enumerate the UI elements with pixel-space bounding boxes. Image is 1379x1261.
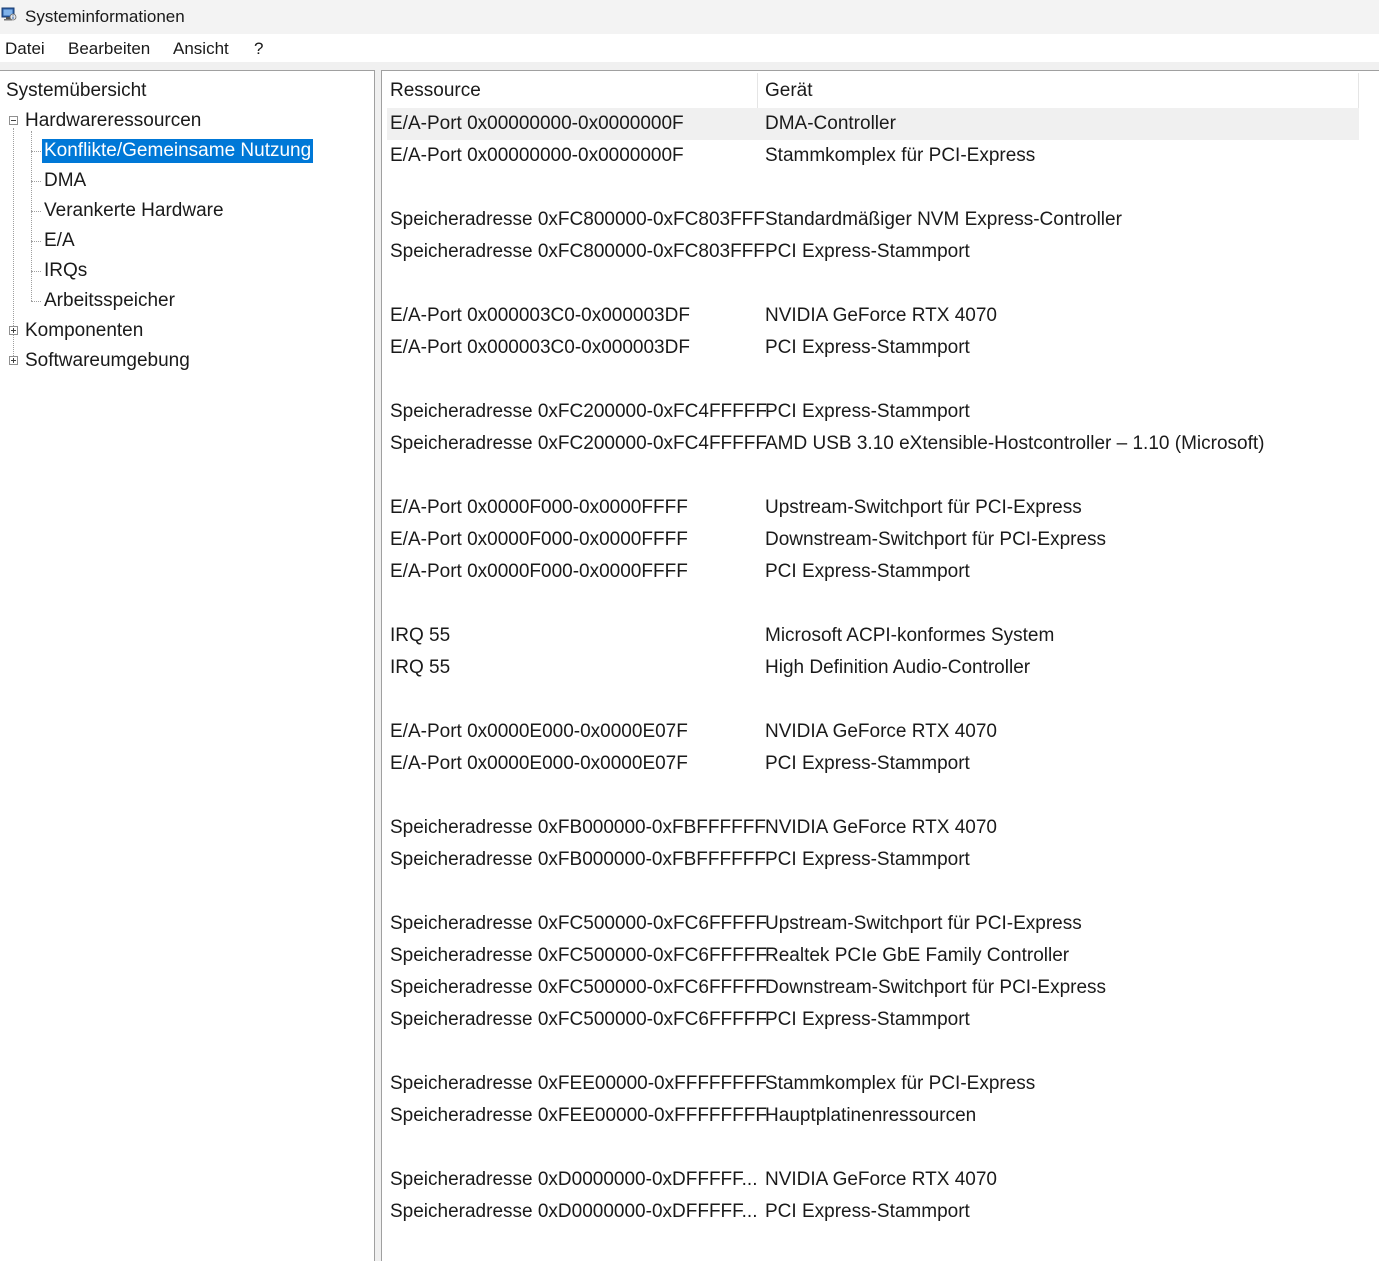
tree-item-io[interactable]: E/A bbox=[44, 229, 75, 253]
cell-device[interactable]: Downstream-Switchport für PCI-Express bbox=[765, 976, 1106, 1000]
cell-device[interactable]: Stammkomplex für PCI-Express bbox=[765, 144, 1035, 168]
cell-device[interactable]: PCI Express-Stammport bbox=[765, 1008, 970, 1032]
cell-resource[interactable]: E/A-Port 0x000003C0-0x000003DF bbox=[390, 304, 690, 328]
cell-resource[interactable]: Speicheradresse 0xFC500000-0xFC6FFFFF bbox=[390, 944, 767, 968]
menu-edit[interactable]: Bearbeiten bbox=[68, 39, 150, 59]
cell-device[interactable]: NVIDIA GeForce RTX 4070 bbox=[765, 304, 997, 328]
tree-item-forced-hardware[interactable]: Verankerte Hardware bbox=[44, 199, 224, 223]
tree-item-memory[interactable]: Arbeitsspeicher bbox=[44, 289, 175, 313]
cell-resource[interactable]: E/A-Port 0x0000E000-0x0000E07F bbox=[390, 752, 688, 776]
cell-device[interactable]: NVIDIA GeForce RTX 4070 bbox=[765, 720, 997, 744]
column-header-device[interactable]: Gerät bbox=[765, 79, 813, 103]
cell-resource[interactable]: Speicheradresse 0xFC800000-0xFC803FFF bbox=[390, 240, 765, 264]
details-list: Ressource Gerät E/A-Port 0x00000000-0x00… bbox=[381, 70, 1379, 1261]
tree-item-system-summary[interactable]: Systemübersicht bbox=[6, 79, 146, 103]
cell-resource[interactable]: Speicheradresse 0xFC800000-0xFC803FFF bbox=[390, 208, 765, 232]
cell-resource[interactable]: E/A-Port 0x0000F000-0x0000FFFF bbox=[390, 496, 688, 520]
cell-resource[interactable]: E/A-Port 0x000003C0-0x000003DF bbox=[390, 336, 690, 360]
cell-device[interactable]: PCI Express-Stammport bbox=[765, 1200, 970, 1224]
cell-device[interactable]: NVIDIA GeForce RTX 4070 bbox=[765, 1168, 997, 1192]
cell-device[interactable]: Hauptplatinenressourcen bbox=[765, 1104, 976, 1128]
tree-line bbox=[31, 151, 41, 152]
menu-view[interactable]: Ansicht bbox=[173, 39, 229, 59]
system-information-icon bbox=[1, 7, 17, 21]
cell-device[interactable]: AMD USB 3.10 eXtensible-Hostcontroller –… bbox=[765, 432, 1264, 456]
cell-resource[interactable]: E/A-Port 0x00000000-0x0000000F bbox=[390, 144, 684, 168]
tree-item-hardware-resources[interactable]: Hardwareressourcen bbox=[25, 109, 201, 133]
cell-resource[interactable]: Speicheradresse 0xFB000000-0xFBFFFFFF bbox=[390, 816, 766, 840]
cell-resource[interactable]: Speicheradresse 0xFB000000-0xFBFFFFFF bbox=[390, 848, 766, 872]
tree-line bbox=[31, 241, 41, 242]
tree-item-dma[interactable]: DMA bbox=[44, 169, 86, 193]
window-title: Systeminformationen bbox=[25, 7, 185, 26]
cell-device[interactable]: Microsoft ACPI-konformes System bbox=[765, 624, 1054, 648]
cell-resource[interactable]: E/A-Port 0x0000E000-0x0000E07F bbox=[390, 720, 688, 744]
cell-device[interactable]: PCI Express-Stammport bbox=[765, 752, 970, 776]
cell-resource[interactable]: Speicheradresse 0xD0000000-0xDFFFFF... bbox=[390, 1168, 758, 1192]
cell-resource[interactable]: E/A-Port 0x00000000-0x0000000F bbox=[390, 112, 684, 136]
column-header-resource[interactable]: Ressource bbox=[390, 79, 481, 103]
menu-bar: Datei Bearbeiten Ansicht ? bbox=[0, 34, 1379, 62]
tree-line bbox=[31, 131, 32, 301]
title-bar: Systeminformationen bbox=[0, 0, 1379, 34]
tree-line bbox=[13, 128, 14, 358]
cell-device[interactable]: Upstream-Switchport für PCI-Express bbox=[765, 912, 1082, 936]
cell-device[interactable]: PCI Express-Stammport bbox=[765, 848, 970, 872]
cell-device[interactable]: Realtek PCIe GbE Family Controller bbox=[765, 944, 1069, 968]
cell-resource[interactable]: Speicheradresse 0xFEE00000-0xFFFFFFFF bbox=[390, 1072, 767, 1096]
tree-line bbox=[31, 301, 41, 302]
cell-device[interactable]: Upstream-Switchport für PCI-Express bbox=[765, 496, 1082, 520]
expand-icon[interactable] bbox=[9, 356, 18, 365]
collapse-icon[interactable] bbox=[9, 116, 18, 125]
cell-resource[interactable]: Speicheradresse 0xFC500000-0xFC6FFFFF bbox=[390, 976, 767, 1000]
cell-device[interactable]: PCI Express-Stammport bbox=[765, 400, 970, 424]
cell-resource[interactable]: Speicheradresse 0xFEE00000-0xFFFFFFFF bbox=[390, 1104, 767, 1128]
cell-device[interactable]: Standardmäßiger NVM Express-Controller bbox=[765, 208, 1122, 232]
cell-resource[interactable]: Speicheradresse 0xFC500000-0xFC6FFFFF bbox=[390, 912, 767, 936]
cell-device[interactable]: DMA-Controller bbox=[765, 112, 896, 136]
cell-device[interactable]: PCI Express-Stammport bbox=[765, 336, 970, 360]
cell-device[interactable]: Stammkomplex für PCI-Express bbox=[765, 1072, 1035, 1096]
cell-resource[interactable]: IRQ 55 bbox=[390, 656, 450, 680]
tree-item-components[interactable]: Komponenten bbox=[25, 319, 143, 343]
cell-device[interactable]: PCI Express-Stammport bbox=[765, 240, 970, 264]
tree-line bbox=[31, 271, 41, 272]
cell-device[interactable]: NVIDIA GeForce RTX 4070 bbox=[765, 816, 997, 840]
cell-resource[interactable]: Speicheradresse 0xFC200000-0xFC4FFFFF bbox=[390, 432, 767, 456]
cell-device[interactable]: PCI Express-Stammport bbox=[765, 560, 970, 584]
column-divider[interactable] bbox=[1358, 73, 1359, 109]
cell-resource[interactable]: IRQ 55 bbox=[390, 624, 450, 648]
category-tree: Systemübersicht Hardwareressourcen Konfl… bbox=[0, 70, 375, 1261]
cell-resource[interactable]: E/A-Port 0x0000F000-0x0000FFFF bbox=[390, 528, 688, 552]
cell-resource[interactable]: Speicheradresse 0xFC500000-0xFC6FFFFF bbox=[390, 1008, 767, 1032]
menu-file[interactable]: Datei bbox=[5, 39, 45, 59]
tree-line bbox=[31, 181, 41, 182]
menu-help[interactable]: ? bbox=[254, 39, 263, 59]
tree-line bbox=[31, 211, 41, 212]
cell-resource[interactable]: Speicheradresse 0xFC200000-0xFC4FFFFF bbox=[390, 400, 767, 424]
cell-resource[interactable]: E/A-Port 0x0000F000-0x0000FFFF bbox=[390, 560, 688, 584]
column-divider[interactable] bbox=[757, 73, 758, 109]
cell-resource[interactable]: Speicheradresse 0xD0000000-0xDFFFFF... bbox=[390, 1200, 758, 1224]
toolbar-band bbox=[0, 62, 1379, 70]
tree-item-conflicts-sharing[interactable]: Konflikte/Gemeinsame Nutzung bbox=[42, 139, 314, 163]
expand-icon[interactable] bbox=[9, 326, 18, 335]
cell-device[interactable]: Downstream-Switchport für PCI-Express bbox=[765, 528, 1106, 552]
tree-item-software-environment[interactable]: Softwareumgebung bbox=[25, 349, 190, 373]
tree-item-irqs[interactable]: IRQs bbox=[44, 259, 87, 283]
cell-device[interactable]: High Definition Audio-Controller bbox=[765, 656, 1030, 680]
